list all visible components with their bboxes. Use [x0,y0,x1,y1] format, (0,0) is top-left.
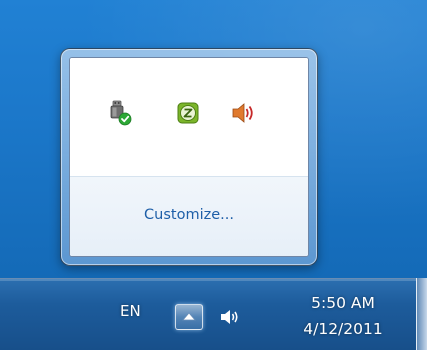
clock[interactable]: 5:50 AM 4/12/2011 [288,290,398,342]
clock-time: 5:50 AM [311,294,375,312]
safely-remove-hardware-icon[interactable] [107,100,133,126]
z-app-icon[interactable] [175,100,201,126]
clock-date: 4/12/2011 [303,320,383,338]
volume-button[interactable] [218,305,242,329]
overflow-icons-row [70,58,308,176]
customize-link[interactable]: Customize... [70,207,308,223]
language-indicator[interactable]: EN [120,302,141,320]
speaker-icon [221,310,238,324]
customize-area: Customize... [70,176,308,256]
speaker-icon[interactable] [230,100,256,126]
show-desktop-button[interactable] [416,278,427,350]
taskbar: EN 5:50 AM 4/12/2011 [0,278,427,350]
notification-overflow-flyout: Customize... [60,48,318,266]
show-hidden-icons-button[interactable] [175,304,203,330]
up-arrow-icon [182,312,196,321]
flyout-panel: Customize... [69,57,309,257]
